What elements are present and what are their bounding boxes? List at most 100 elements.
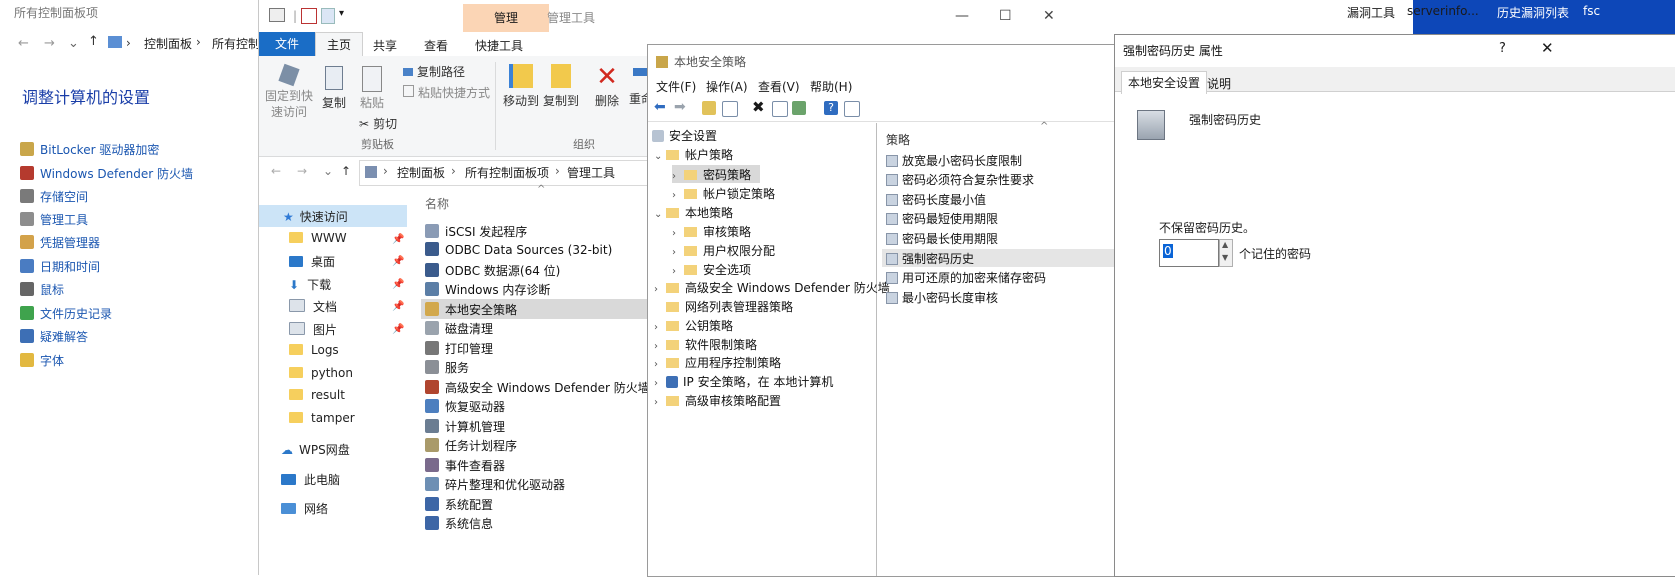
policy-row[interactable]: 用可还原的加密来储存密码 xyxy=(886,269,1046,286)
column-header-policy[interactable]: 策略 xyxy=(886,131,910,148)
maximize-icon[interactable]: ☐ xyxy=(999,8,1012,24)
taskbar-item[interactable]: 历史漏洞列表 xyxy=(1497,4,1569,21)
cp-item-troubleshoot[interactable]: 疑难解答 xyxy=(20,328,88,345)
tab-shortcut-tools[interactable]: 快捷工具 xyxy=(475,37,523,54)
move-to-button[interactable]: 移动到 xyxy=(503,64,539,109)
paste-shortcut-button[interactable]: 粘贴快捷方式 xyxy=(403,84,490,101)
tree-node-account-policy[interactable]: ⌄ 帐户策略 xyxy=(654,146,733,163)
chevron-down-icon[interactable]: ⌄ xyxy=(323,164,333,178)
list-item[interactable]: 任务计划程序 xyxy=(425,437,517,454)
list-item[interactable]: 本地安全策略 xyxy=(425,301,517,318)
password-history-input[interactable]: 0 xyxy=(1159,239,1219,267)
delete-icon[interactable]: ✖ xyxy=(752,98,766,116)
breadcrumb-all-items[interactable]: 所有控制 xyxy=(212,35,260,52)
nav-item-logs[interactable]: Logs xyxy=(289,343,339,357)
policy-row[interactable]: 密码必须符合复杂性要求 xyxy=(886,171,1034,188)
properties-icon[interactable] xyxy=(301,8,317,24)
copy-button[interactable]: 复制 xyxy=(319,66,349,111)
chevron-down-icon[interactable]: ⌄ xyxy=(68,36,79,51)
forward-arrow-icon[interactable]: ➡ xyxy=(674,99,688,115)
pin-quick-access-button[interactable]: 固定到快 速访问 xyxy=(265,63,313,120)
breadcrumb-control-panel[interactable]: 控制面板 xyxy=(397,164,445,181)
menu-view[interactable]: 查看(V) xyxy=(758,78,800,95)
up-arrow-icon[interactable]: ↑ xyxy=(341,164,351,178)
minimize-icon[interactable]: — xyxy=(955,8,969,24)
tab-view[interactable]: 查看 xyxy=(424,37,448,54)
tree-node-ipsec[interactable]: › IP 安全策略，在 本地计算机 xyxy=(654,373,833,390)
help-button[interactable]: ? xyxy=(1499,41,1506,56)
cp-item-admin-tools[interactable]: 管理工具 xyxy=(20,211,88,228)
cp-item-credential-manager[interactable]: 凭据管理器 xyxy=(20,234,100,251)
tree-node-advanced-audit[interactable]: › 高级审核策略配置 xyxy=(654,392,781,409)
paste-button[interactable]: 粘贴 xyxy=(357,66,387,111)
tab-home[interactable]: 主页 xyxy=(315,32,363,57)
list-item[interactable]: 恢复驱动器 xyxy=(425,398,505,415)
policy-row[interactable]: 最小密码长度审核 xyxy=(886,289,998,306)
back-arrow-icon[interactable]: ⬅ xyxy=(654,99,668,115)
list-item[interactable]: 服务 xyxy=(425,359,469,376)
cp-item-fonts[interactable]: 字体 xyxy=(20,352,64,369)
spin-buttons[interactable]: ▲ ▼ xyxy=(1219,239,1233,267)
tab-file[interactable]: 文件 xyxy=(259,32,315,56)
tree-node-lockout-policy[interactable]: › 帐户锁定策略 xyxy=(672,185,775,202)
breadcrumb-control-panel[interactable]: 控制面板 xyxy=(144,35,192,52)
nav-item-result[interactable]: result xyxy=(289,388,345,402)
list-item[interactable]: Windows 内存诊断 xyxy=(425,281,550,298)
context-tab-manage[interactable]: 管理 xyxy=(463,4,549,32)
list-item[interactable]: ODBC 数据源(64 位) xyxy=(425,262,560,279)
back-arrow-icon[interactable]: ← xyxy=(18,36,29,51)
tree-node-password-policy[interactable]: › 密码策略 xyxy=(672,166,751,183)
nav-item-desktop[interactable]: 桌面 xyxy=(289,253,335,270)
tree-node-user-rights[interactable]: › 用户权限分配 xyxy=(672,242,775,259)
new-folder-icon[interactable] xyxy=(321,8,335,24)
up-arrow-icon[interactable]: ↑ xyxy=(88,34,99,49)
nav-item-pictures[interactable]: 图片 xyxy=(289,321,337,338)
breadcrumb-all-items[interactable]: 所有控制面板项 xyxy=(465,164,549,181)
forward-arrow-icon[interactable]: → xyxy=(44,36,55,51)
policy-row[interactable]: 放宽最小密码长度限制 xyxy=(886,152,1022,169)
copy-to-button[interactable]: 复制到 xyxy=(543,64,579,109)
menu-action[interactable]: 操作(A) xyxy=(706,78,748,95)
nav-wps-drive[interactable]: ☁ WPS网盘 xyxy=(281,441,350,458)
show-hide-tree-icon[interactable] xyxy=(722,101,738,117)
tree-node-app-control[interactable]: › 应用程序控制策略 xyxy=(654,354,781,371)
properties-icon[interactable] xyxy=(772,101,788,117)
forward-arrow-icon[interactable]: → xyxy=(297,164,307,178)
list-item[interactable]: 打印管理 xyxy=(425,340,493,357)
nav-item-www[interactable]: WWW xyxy=(289,231,347,245)
delete-button[interactable]: ✕ 删除 xyxy=(593,62,621,109)
cp-item-firewall[interactable]: Windows Defender 防火墙 xyxy=(20,165,193,182)
chevron-down-icon[interactable]: ▾ xyxy=(339,8,344,19)
close-button[interactable]: ✕ xyxy=(1541,39,1554,57)
menu-file[interactable]: 文件(F) xyxy=(656,78,696,95)
tree-node-local-policy[interactable]: ⌄ 本地策略 xyxy=(654,204,733,221)
up-folder-icon[interactable] xyxy=(702,101,716,115)
tab-local-security-setting[interactable]: 本地安全设置 xyxy=(1121,71,1207,94)
policy-row[interactable]: 密码最长使用期限 xyxy=(886,230,998,247)
cp-item-file-history[interactable]: 文件历史记录 xyxy=(20,305,112,322)
cut-button[interactable]: ✂ 剪切 xyxy=(359,115,397,132)
nav-network[interactable]: 网络 xyxy=(281,500,328,517)
nav-quick-access[interactable]: ★ 快速访问 xyxy=(283,208,348,225)
breadcrumb-admin-tools[interactable]: 管理工具 xyxy=(567,164,615,181)
tree-node-security-settings[interactable]: 安全设置 xyxy=(652,127,717,144)
tree-node-audit-policy[interactable]: › 审核策略 xyxy=(672,223,751,240)
list-item[interactable]: 系统信息 xyxy=(425,515,493,532)
tab-explain[interactable]: 说明 xyxy=(1207,75,1231,92)
export-icon[interactable] xyxy=(792,101,806,115)
menu-help[interactable]: 帮助(H) xyxy=(810,78,852,95)
list-item[interactable]: 计算机管理 xyxy=(425,418,505,435)
tab-share[interactable]: 共享 xyxy=(373,37,397,54)
spin-up-icon[interactable]: ▲ xyxy=(1222,240,1228,249)
tree-node-software-restriction[interactable]: › 软件限制策略 xyxy=(654,336,757,353)
taskbar-item[interactable]: serverinfo... xyxy=(1407,4,1479,18)
taskbar-item[interactable]: 漏洞工具 xyxy=(1347,4,1395,21)
policy-row[interactable]: 密码长度最小值 xyxy=(886,191,986,208)
list-item[interactable]: iSCSI 发起程序 xyxy=(425,223,527,240)
nav-item-tamper[interactable]: tamper xyxy=(289,411,355,425)
tree-node-public-key[interactable]: › 公钥策略 xyxy=(654,317,733,334)
cp-item-date-time[interactable]: 日期和时间 xyxy=(20,258,100,275)
taskbar-item[interactable]: fsc xyxy=(1583,4,1600,18)
list-item[interactable]: 事件查看器 xyxy=(425,457,505,474)
nav-item-python[interactable]: python xyxy=(289,366,353,380)
